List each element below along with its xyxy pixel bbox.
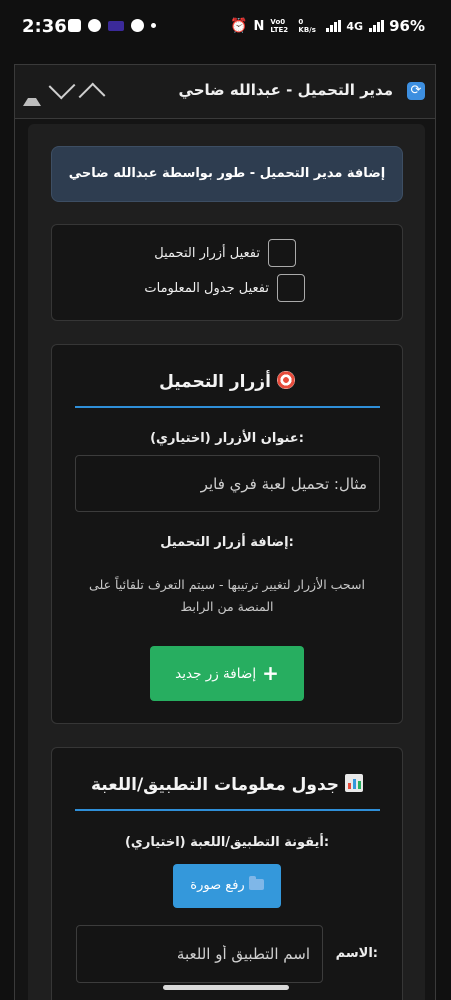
system-icons: ⏰ N Vo0 LTE2 0 KB/s 4G 96% [230,17,425,35]
add-new-button-label: إضافة زر جديد [175,666,257,682]
facebook-icon [131,19,144,32]
status-bar: 2:36 ⏰ N Vo0 LTE2 0 KB/s 4G 96% [0,0,451,56]
chevron-down-icon[interactable] [48,72,76,100]
add-buttons-label: إضافة أزرار التحميل: [160,535,294,550]
battery-level: 96% [389,17,425,35]
title-divider [75,406,380,408]
card-title: أزرار التحميل [159,372,271,392]
clock: 2:36 [22,16,67,37]
signal-icon-2 [369,20,384,32]
net-speed: 0 KB/s [298,18,316,34]
info-banner: إضافة مدير التحميل - طور بواسطة عبدالله … [51,146,403,202]
buttons-title-label: عنوان الأزرار (اختياري): [150,431,304,446]
buttons-title-input[interactable] [75,455,380,512]
panel-header: مدير التحميل - عبدالله ضاحي ⟳ [14,64,436,118]
nfc-icon: N [253,18,265,34]
network-type: 4G [346,19,364,33]
toggle-download-buttons[interactable]: تفعيل أزرار التحميل [154,239,296,267]
info-table-checkbox[interactable] [277,274,305,302]
plus-icon: + [262,661,279,685]
drag-hint: اسحب الأزرار لتغيير ترتيبها - سيتم التعر… [89,577,365,614]
app-info-title-row: جدول معلومات التطبيق/اللعبة [52,774,402,795]
target-icon [276,371,295,389]
app-notification-icon [108,20,124,31]
header-controls [23,72,106,110]
download-buttons-card: أزرار التحميل عنوان الأزرار (اختياري): إ… [51,344,403,724]
alarm-icon: ⏰ [230,18,248,34]
facebook-icon [88,19,101,32]
toggles-box: تفعيل أزرار التحميل تفعيل جدول المعلومات [51,224,403,321]
refresh-icon[interactable]: ⟳ [407,82,425,100]
home-indicator[interactable] [163,985,289,990]
folder-icon [248,876,264,890]
notification-icons [68,19,156,32]
gallery-icon [68,19,81,32]
signal-icon [326,20,341,32]
app-icon-label: أيقونة التطبيق/اللعبة (اختياري): [124,835,330,850]
panel-title: مدير التحميل - عبدالله ضاحي [178,81,393,99]
toggle-info-table-label: تفعيل جدول المعلومات [144,280,269,296]
add-new-button[interactable]: إضافة زر جديد + [150,646,304,701]
download-buttons-title-row: أزرار التحميل [52,371,402,392]
app-info-card: جدول معلومات التطبيق/اللعبة أيقونة التطب… [51,747,403,1000]
name-label: الاسم: [335,946,378,961]
more-notifications-icon [151,23,156,28]
chevron-up-icon[interactable] [78,80,106,110]
bar-chart-icon [345,774,364,792]
collapse-up-icon[interactable] [23,80,41,106]
upload-image-button[interactable]: رفع صورة [173,864,281,908]
volte-label: Vo0 LTE2 [270,18,289,34]
card-title: جدول معلومات التطبيق/اللعبة [90,775,340,795]
toggle-download-buttons-label: تفعيل أزرار التحميل [154,245,260,261]
toggle-info-table[interactable]: تفعيل جدول المعلومات [144,274,305,302]
upload-image-label: رفع صورة [190,878,245,893]
app-name-input[interactable] [76,925,323,983]
title-divider [75,809,380,811]
download-buttons-checkbox[interactable] [268,239,296,267]
